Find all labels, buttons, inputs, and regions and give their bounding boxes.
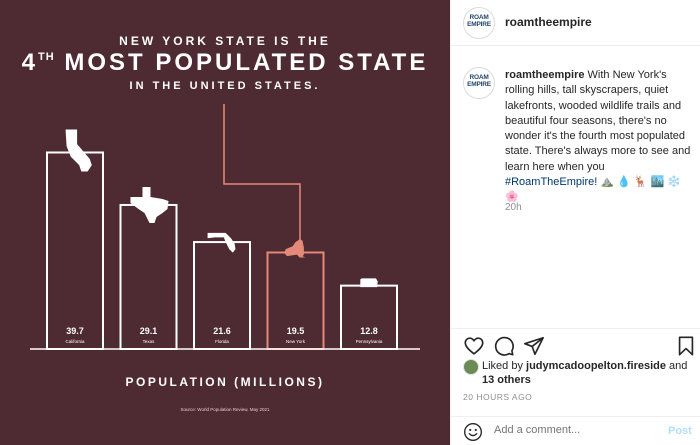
avatar-logo: ROAM EMPIRE bbox=[467, 74, 491, 88]
comment-box: Post bbox=[451, 416, 700, 445]
state-shape-california bbox=[65, 129, 92, 172]
bar-california bbox=[46, 151, 104, 350]
bookmark-icon[interactable] bbox=[675, 335, 697, 357]
liker-username[interactable]: judymcadoopelton.fireside bbox=[526, 360, 666, 372]
likes-section: Liked by judymcadoopelton.fireside and 1… bbox=[463, 358, 693, 388]
value-label-new-york: 19.5 bbox=[287, 326, 305, 336]
comment-input[interactable] bbox=[494, 424, 654, 436]
value-label-pennsylvania: 12.8 bbox=[360, 326, 378, 336]
post-image: NEW YORK STATE IS THE 4TH MOST POPULATED… bbox=[0, 0, 450, 445]
x-axis-label: POPULATION (MILLIONS) bbox=[125, 375, 325, 389]
emoji-icon[interactable] bbox=[463, 422, 483, 442]
caption-hashtag[interactable]: #RoamTheEmpire! bbox=[505, 176, 597, 188]
value-label-florida: 21.6 bbox=[213, 326, 231, 336]
category-label-texas: Texas bbox=[143, 339, 156, 344]
caption-avatar[interactable]: ROAM EMPIRE bbox=[463, 67, 495, 99]
post-button[interactable]: Post bbox=[668, 425, 692, 437]
post-header: ROAM EMPIRE roamtheempire bbox=[451, 0, 700, 46]
category-label-florida: Florida bbox=[215, 339, 229, 344]
others-link[interactable]: 13 others bbox=[482, 374, 531, 386]
caption-section: ROAM EMPIRE roamtheempire With New York's… bbox=[451, 46, 700, 328]
heart-icon[interactable] bbox=[463, 335, 485, 357]
action-bar bbox=[451, 328, 700, 358]
category-label-pennsylvania: Pennsylvania bbox=[356, 339, 383, 344]
avatar[interactable]: ROAM EMPIRE bbox=[463, 7, 495, 39]
caption-text: roamtheempire With New York's rolling hi… bbox=[505, 68, 691, 206]
header-username[interactable]: roamtheempire bbox=[505, 15, 592, 29]
source-note: Source: World Population Review, May 202… bbox=[180, 407, 270, 412]
share-icon[interactable] bbox=[523, 335, 545, 357]
state-shape-pennsylvania bbox=[360, 278, 378, 288]
avatar-logo: ROAM EMPIRE bbox=[467, 14, 491, 28]
value-label-texas: 29.1 bbox=[140, 326, 158, 336]
value-label-california: 39.7 bbox=[66, 326, 84, 336]
state-shape-new-york bbox=[284, 239, 306, 258]
likes-text: Liked by judymcadoopelton.fireside and 1… bbox=[482, 360, 688, 386]
post-side-panel: ROAM EMPIRE roamtheempire ROAM EMPIRE roam… bbox=[450, 0, 700, 445]
caption-body: With New York's rolling hills, tall skys… bbox=[505, 69, 691, 173]
highlight-pointer-line bbox=[223, 104, 301, 241]
liker-avatar[interactable] bbox=[463, 359, 479, 375]
comment-icon[interactable] bbox=[493, 335, 515, 357]
post-timestamp: 20 HOURS AGO bbox=[463, 392, 533, 402]
category-label-new-york: New York bbox=[286, 339, 306, 344]
caption-time: 20h bbox=[505, 202, 522, 213]
caption-username[interactable]: roamtheempire bbox=[505, 69, 584, 81]
state-shape-texas bbox=[130, 186, 169, 223]
category-label-california: California bbox=[65, 339, 85, 344]
